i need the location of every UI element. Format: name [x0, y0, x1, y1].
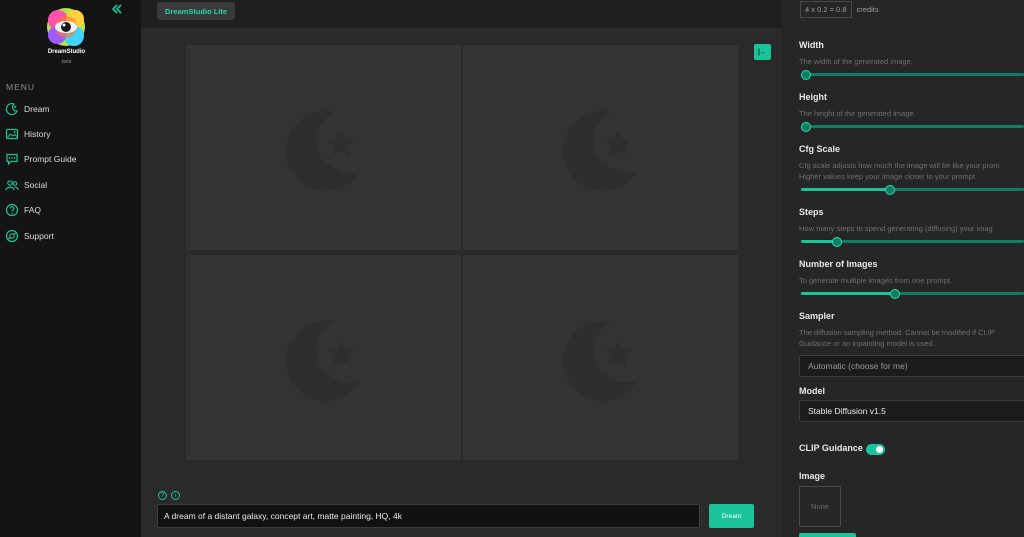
steps-label: Steps — [799, 207, 824, 217]
history-icon — [5, 128, 19, 140]
slider-fill — [801, 292, 895, 295]
toggle-knob — [876, 446, 883, 453]
slider-fill — [801, 188, 891, 191]
height-slider[interactable] — [801, 122, 1024, 132]
dream-button[interactable]: Dream — [709, 504, 754, 528]
faq-icon — [5, 203, 19, 217]
width-slider[interactable] — [801, 70, 1024, 80]
credits-estimate: 4 x 0.2 = 0.8 credits — [800, 1, 879, 18]
top-bar — [141, 0, 782, 28]
sidebar-item-label: FAQ — [24, 205, 42, 215]
support-icon — [5, 229, 19, 243]
image-placeholder-tile[interactable] — [186, 45, 461, 250]
sidebar-item-social[interactable]: Social — [5, 176, 135, 194]
sidebar-item-history[interactable]: History — [5, 125, 135, 143]
moon-star-icon — [285, 110, 361, 191]
number-of-images-description: To generate multiple images from one pro… — [799, 276, 952, 285]
steps-description: How many steps to spend generating (diff… — [799, 224, 993, 233]
sidebar-item-label: Prompt Guide — [24, 154, 77, 164]
brand-subtitle: beta — [61, 59, 72, 65]
dreamstudio-logo[interactable] — [44, 6, 88, 48]
init-image-dropzone[interactable]: None — [799, 486, 841, 527]
model-label: Model — [799, 386, 825, 396]
sidebar-item-faq[interactable]: FAQ — [5, 201, 135, 219]
sampler-description-2: Guidance or an inpainting model is used. — [799, 339, 935, 348]
image-label: Image — [799, 471, 826, 481]
width-description: The width of the generated image. — [799, 57, 913, 66]
info-icon[interactable]: i — [171, 491, 180, 500]
sidebar-item-label: Dream — [24, 104, 50, 114]
sidebar-item-prompt-guide[interactable]: Prompt Guide — [5, 150, 135, 168]
height-label: Height — [799, 92, 827, 102]
clip-guidance-label: CLIP Guidance — [799, 443, 863, 453]
expand-panel-button[interactable]: |← — [754, 44, 771, 60]
brand-name: DreamStudio — [47, 49, 86, 55]
image-placeholder-tile[interactable] — [463, 45, 738, 250]
settings-panel: 4 x 0.2 = 0.8 credits Width The width of… — [782, 0, 1024, 537]
clip-guidance-toggle[interactable] — [866, 444, 885, 455]
menu-title: MENU — [6, 82, 36, 92]
credits-label: credits — [856, 5, 879, 14]
collapse-sidebar-icon[interactable] — [110, 2, 124, 16]
slider-thumb[interactable] — [885, 185, 896, 195]
slider-thumb[interactable] — [801, 122, 811, 132]
social-icon — [5, 180, 19, 191]
prompt-input[interactable]: A dream of a distant galaxy, concept art… — [157, 504, 700, 528]
slider-track — [801, 125, 1024, 128]
slider-thumb[interactable] — [831, 237, 842, 247]
cfg-scale-slider[interactable] — [801, 185, 1024, 195]
moon-star-icon — [562, 110, 638, 191]
credits-formula: 4 x 0.2 = 0.8 — [800, 1, 852, 18]
sidebar-item-support[interactable]: Support — [5, 227, 135, 245]
moon-star-icon — [285, 320, 361, 401]
steps-slider[interactable] — [801, 237, 1024, 247]
sidebar-item-label: Social — [24, 180, 48, 190]
upload-button[interactable] — [799, 533, 856, 537]
moon-star-icon — [562, 320, 638, 401]
prompt-guide-icon — [6, 153, 18, 166]
cfg-scale-description: Cfg scale adjusts how much the image wil… — [799, 161, 1000, 170]
sidebar-item-label: History — [24, 129, 51, 139]
slider-track — [801, 73, 1024, 76]
height-description: The height of the generated image. — [799, 109, 916, 118]
number-of-images-slider[interactable] — [801, 289, 1024, 299]
slider-thumb[interactable] — [889, 289, 900, 299]
sidebar: DreamStudio beta MENU Dream History Prom… — [0, 0, 141, 537]
number-of-images-label: Number of Images — [799, 259, 878, 269]
question-icon[interactable]: ? — [158, 491, 167, 500]
image-placeholder-tile[interactable] — [463, 255, 738, 460]
image-placeholder-tile[interactable] — [186, 255, 461, 460]
dream-icon — [5, 102, 18, 116]
prompt-help-icons: ? i — [158, 491, 180, 500]
slider-thumb[interactable] — [801, 70, 811, 80]
cfg-scale-description-2: Higher values keep your image closer to … — [799, 172, 978, 181]
cfg-scale-label: Cfg Scale — [799, 144, 841, 154]
sampler-description: The diffusion sampling method. Cannot be… — [799, 328, 995, 337]
model-select[interactable]: Stable Diffusion v1.5 — [799, 400, 1024, 422]
sidebar-item-dream[interactable]: Dream — [5, 100, 135, 118]
tab-dreamstudio-lite[interactable]: DreamStudio Lite — [157, 2, 236, 20]
sidebar-item-label: Support — [24, 231, 54, 241]
sampler-label: Sampler — [799, 311, 835, 321]
width-label: Width — [799, 40, 824, 50]
sampler-select[interactable]: Automatic (choose for me) — [799, 355, 1024, 377]
